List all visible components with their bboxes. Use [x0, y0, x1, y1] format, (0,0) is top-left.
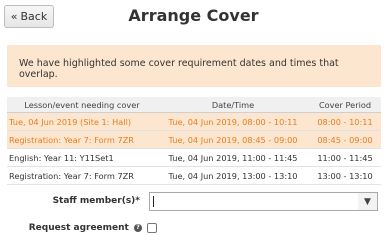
staff-dropdown-button[interactable]: ▼ — [358, 192, 378, 211]
cover-table: Lesson/event needing cover Date/Time Cov… — [7, 97, 381, 185]
column-header-datetime: Date/Time — [157, 97, 309, 113]
page-header: « Back Arrange Cover — [0, 0, 387, 38]
column-header-lesson: Lesson/event needing cover — [7, 97, 157, 113]
request-agreement-label-wrap: Request agreement ? — [0, 223, 142, 233]
triangle-down-icon: ▼ — [364, 196, 371, 207]
cell-datetime: Tue, 04 Jun 2019, 08:45 - 09:00 — [157, 130, 309, 149]
cell-lesson: Registration: Year 7: Form 7ZR — [7, 166, 157, 185]
help-icon[interactable]: ? — [134, 224, 142, 232]
table-row: English: Year 11: Y11Set1 Tue, 04 Jun 20… — [7, 148, 381, 167]
table-row: Registration: Year 7: Form 7ZR Tue, 04 J… — [7, 130, 381, 149]
cell-cover-period: 08:00 - 10:11 — [309, 112, 381, 131]
form-divider — [7, 184, 381, 185]
cell-lesson: Registration: Year 7: Form 7ZR — [7, 130, 157, 149]
cell-cover-period: 13:00 - 13:10 — [309, 166, 381, 185]
cell-lesson: Tue, 04 Jun 2019 (Site 1: Hall) — [7, 112, 157, 131]
cell-datetime: Tue, 04 Jun 2019, 08:00 - 10:11 — [157, 112, 309, 131]
text-caret — [153, 196, 154, 207]
table-header-row: Lesson/event needing cover Date/Time Cov… — [7, 97, 381, 113]
cell-datetime: Tue, 04 Jun 2019, 11:00 - 11:45 — [157, 148, 309, 167]
staff-member-input[interactable] — [149, 192, 359, 211]
page-title: Arrange Cover — [128, 6, 259, 25]
cell-lesson: English: Year 11: Y11Set1 — [7, 148, 157, 167]
cell-datetime: Tue, 04 Jun 2019, 13:00 - 13:10 — [157, 166, 309, 185]
cell-cover-period: 08:45 - 09:00 — [309, 130, 381, 149]
request-agreement-checkbox[interactable] — [147, 223, 157, 233]
table-row: Tue, 04 Jun 2019 (Site 1: Hall) Tue, 04 … — [7, 112, 381, 131]
cell-cover-period: 11:00 - 11:45 — [309, 148, 381, 167]
staff-member-label: Staff member(s)* — [52, 196, 140, 206]
overlap-alert: We have highlighted some cover requireme… — [7, 45, 381, 87]
table-row: Registration: Year 7: Form 7ZR Tue, 04 J… — [7, 166, 381, 185]
column-header-cover-period: Cover Period — [309, 97, 381, 113]
request-agreement-label: Request agreement — [28, 223, 129, 233]
